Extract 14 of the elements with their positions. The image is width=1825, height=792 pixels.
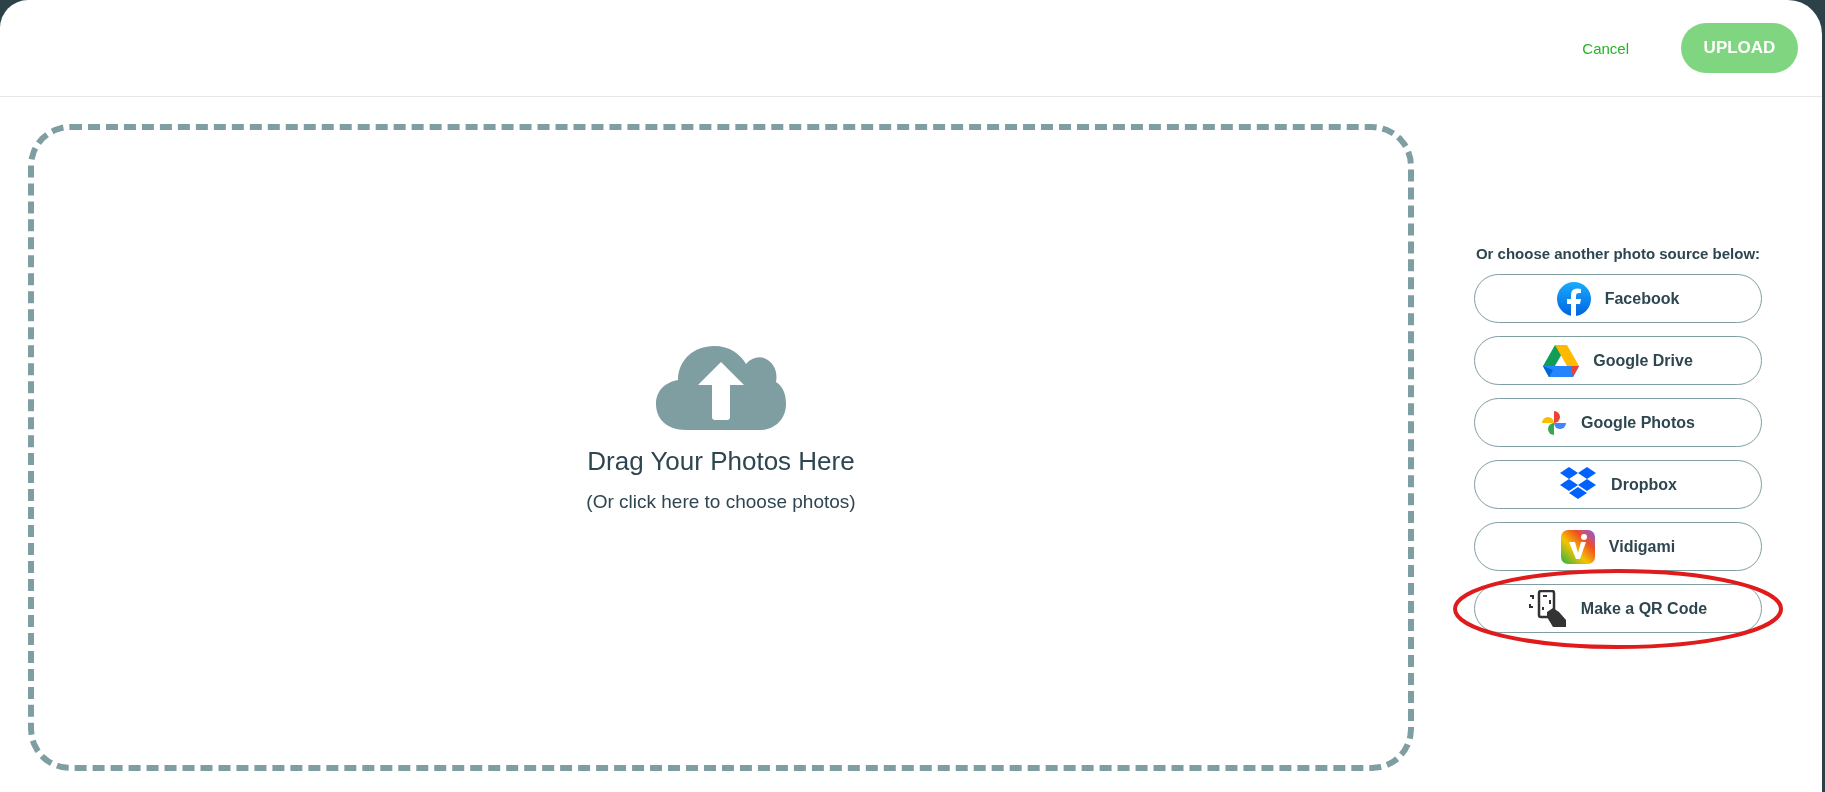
drop-subtitle: (Or click here to choose photos) bbox=[586, 491, 856, 513]
drop-zone[interactable]: Drag Your Photos Here (Or click here to choose photos) bbox=[28, 124, 1414, 771]
source-button[interactable]: Google Drive bbox=[1474, 336, 1762, 385]
facebook-icon bbox=[1556, 281, 1591, 316]
source-button[interactable]: Vidigami bbox=[1474, 522, 1762, 571]
source-button[interactable]: Dropbox bbox=[1474, 460, 1762, 509]
source-button[interactable]: Facebook bbox=[1474, 274, 1762, 323]
source-button[interactable]: Google Photos bbox=[1474, 398, 1762, 447]
v-letter-app-icon bbox=[1560, 529, 1595, 564]
drop-title: Drag Your Photos Here bbox=[587, 446, 855, 477]
phone-scan-icon bbox=[1528, 589, 1567, 628]
sources-heading: Or choose another photo source below: bbox=[1475, 245, 1761, 262]
drive-triangle-icon bbox=[1543, 344, 1580, 377]
source-button[interactable]: Make a QR Code bbox=[1474, 584, 1762, 633]
